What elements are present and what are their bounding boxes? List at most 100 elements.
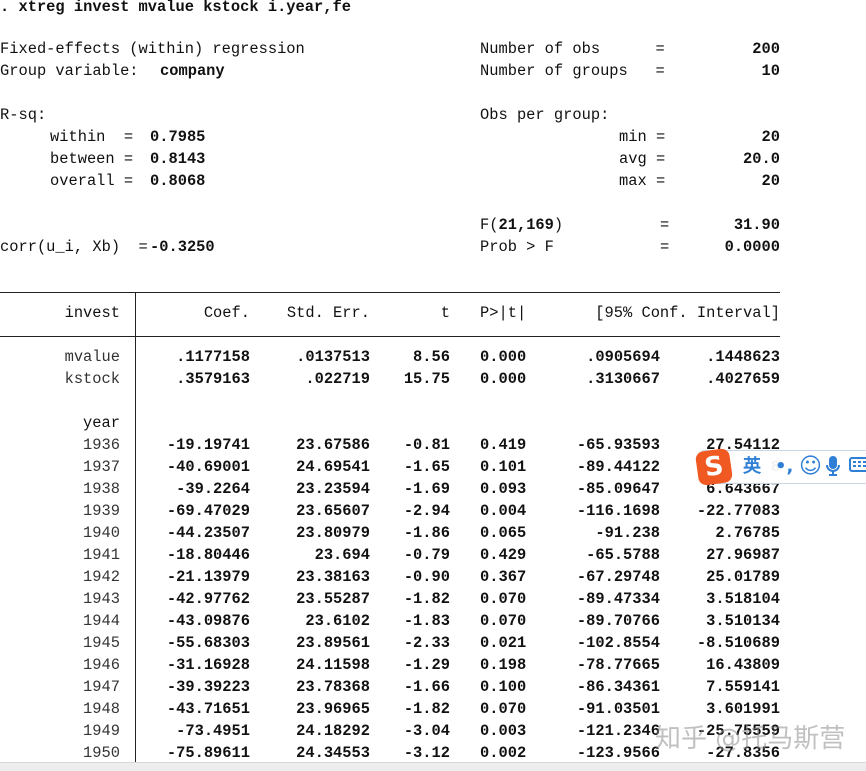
obs-avg-value: 20.0 [743, 150, 780, 168]
table-divider [135, 292, 136, 762]
cell-hi: .4027659 [706, 370, 780, 388]
row-label: 1946 [83, 656, 120, 674]
cell-lo: -91.238 [595, 524, 660, 542]
rsq-between-label: between = [50, 150, 134, 168]
col-header-depvar: invest [64, 304, 120, 322]
cell-p: 0.429 [480, 546, 527, 564]
row-label: 1949 [83, 722, 120, 740]
cell-lo: -67.29748 [576, 568, 660, 586]
cell-hi: 3.510134 [706, 612, 780, 630]
col-header-p: P>|t| [480, 304, 527, 322]
cell-lo: -65.5788 [586, 546, 660, 564]
nobs-value: 200 [752, 40, 780, 58]
corr-value: -0.3250 [150, 238, 215, 256]
cell-t: -1.83 [403, 612, 450, 630]
cell-lo: -78.77665 [576, 656, 660, 674]
row-label: 1937 [83, 458, 120, 476]
watermark: 知乎 @托马斯营 [655, 724, 846, 754]
cell-coef: -43.71651 [166, 700, 250, 718]
cell-lo: .3130667 [586, 370, 660, 388]
cell-se: 24.69541 [296, 458, 370, 476]
cell-p: 0.002 [480, 744, 527, 762]
cell-hi: -22.77083 [696, 502, 780, 520]
cell-hi: 16.43809 [706, 656, 780, 674]
row-label: 1947 [83, 678, 120, 696]
cell-hi: 3.601991 [706, 700, 780, 718]
row-label: 1950 [83, 744, 120, 762]
table-header-rule [0, 336, 780, 337]
cell-p: 0.000 [480, 370, 527, 388]
ngroups-label: Number of groups = [480, 62, 665, 80]
cell-lo: -116.1698 [576, 502, 660, 520]
row-label: 1939 [83, 502, 120, 520]
col-header-coef: Coef. [203, 304, 250, 322]
cell-hi: .1448623 [706, 348, 780, 366]
nobs-label: Number of obs = [480, 40, 665, 58]
model-title: Fixed-effects (within) regression [0, 40, 305, 58]
cell-lo: -121.2346 [576, 722, 660, 740]
col-header-se: Std. Err. [286, 304, 370, 322]
cell-lo: -123.9566 [576, 744, 660, 762]
row-label: 1941 [83, 546, 120, 564]
row-label: 1938 [83, 480, 120, 498]
cell-t: -1.82 [403, 590, 450, 608]
cell-t: -0.90 [403, 568, 450, 586]
f-stat-value: 31.90 [733, 216, 780, 234]
punctuation-toggle[interactable]: •, [775, 455, 793, 479]
ngroups-value: 10 [761, 62, 780, 80]
cell-t: -3.04 [403, 722, 450, 740]
ime-toolbar[interactable]: S 英 •, ☺ [694, 447, 866, 487]
cell-t: -2.33 [403, 634, 450, 652]
cell-coef: -31.16928 [166, 656, 250, 674]
cell-se: 23.694 [314, 546, 370, 564]
cell-se: 23.23594 [296, 480, 370, 498]
command-line: . xtreg invest mvalue kstock i.year,fe [0, 0, 351, 16]
cell-coef: .1177158 [176, 348, 250, 366]
cell-p: 0.070 [480, 700, 527, 718]
cell-coef: .3579163 [176, 370, 250, 388]
obs-avg-label: avg = [619, 150, 666, 168]
cell-t: -0.81 [403, 436, 450, 454]
table-top-rule [0, 292, 780, 293]
cell-p: 0.003 [480, 722, 527, 740]
factor-label: year [83, 414, 120, 432]
cell-coef: -42.97762 [166, 590, 250, 608]
cell-coef: -39.39223 [166, 678, 250, 696]
cell-coef: -69.47029 [166, 502, 250, 520]
cell-se: 23.89561 [296, 634, 370, 652]
cell-se: .0137513 [296, 348, 370, 366]
cell-coef: -19.19741 [166, 436, 250, 454]
cell-se: 23.55287 [296, 590, 370, 608]
rsq-between-value: 0.8143 [150, 150, 206, 168]
rsq-overall-label: overall = [50, 172, 134, 190]
cell-p: 0.100 [480, 678, 527, 696]
cell-lo: -85.09647 [576, 480, 660, 498]
cell-hi: 2.76785 [715, 524, 780, 542]
row-label: 1944 [83, 612, 120, 630]
cell-p: 0.101 [480, 458, 527, 476]
emoji-icon[interactable]: ☺ [799, 455, 822, 479]
cell-t: 15.75 [403, 370, 450, 388]
cell-p: 0.021 [480, 634, 527, 652]
sogou-logo-icon[interactable]: S [694, 447, 734, 487]
cell-coef: -21.13979 [166, 568, 250, 586]
cell-coef: -39.2264 [176, 480, 250, 498]
cell-t: 8.56 [413, 348, 450, 366]
microphone-icon[interactable] [825, 455, 841, 484]
cell-t: -1.69 [403, 480, 450, 498]
cell-se: 23.78368 [296, 678, 370, 696]
cell-p: 0.004 [480, 502, 527, 520]
f-eq: = [660, 216, 670, 234]
cell-coef: -43.09876 [166, 612, 250, 630]
row-label: 1942 [83, 568, 120, 586]
language-toggle[interactable]: 英 [743, 455, 761, 479]
row-label: 1940 [83, 524, 120, 542]
corr-label: corr(u_i, Xb) = [0, 238, 148, 256]
cell-p: 0.198 [480, 656, 527, 674]
keyboard-icon[interactable] [849, 455, 866, 480]
col-header-ci: [95% Conf. Interval] [595, 304, 780, 322]
rsq-within-value: 0.7985 [150, 128, 206, 146]
cell-t: -1.82 [403, 700, 450, 718]
rsq-overall-value: 0.8068 [150, 172, 206, 190]
cell-coef: -40.69001 [166, 458, 250, 476]
